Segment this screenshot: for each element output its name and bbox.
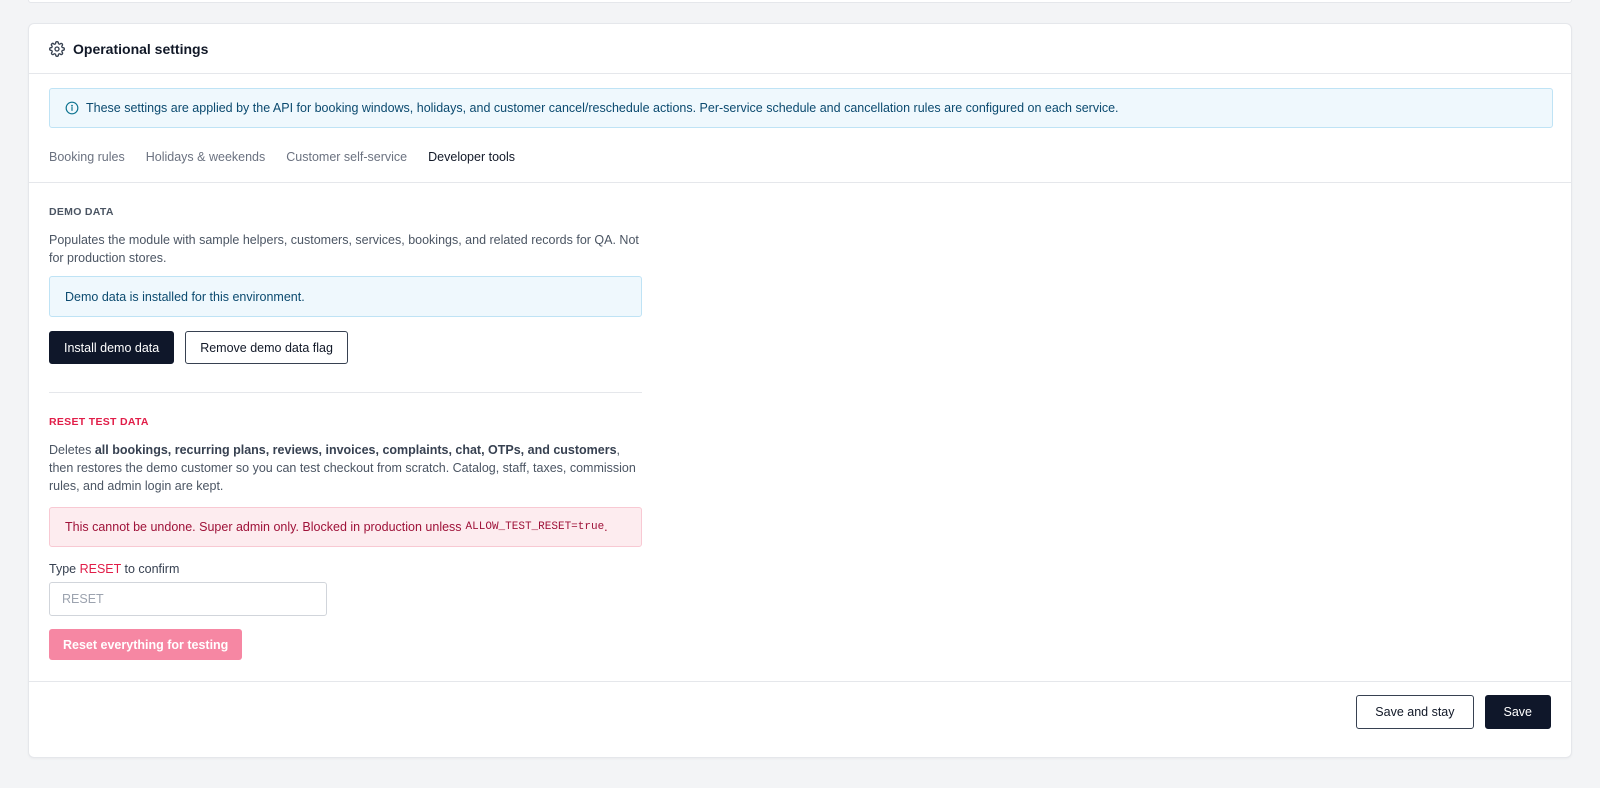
danger-warning-end: . xyxy=(604,520,608,534)
demo-data-heading: DEMO DATA xyxy=(49,206,114,218)
operational-settings-card: Operational settings These settings are … xyxy=(28,23,1572,758)
save-and-stay-button[interactable]: Save and stay xyxy=(1356,695,1474,729)
demo-installed-notice: Demo data is installed for this environm… xyxy=(49,276,642,317)
gear-icon xyxy=(49,40,65,57)
confirm-keyword: RESET xyxy=(79,562,122,576)
reset-confirm-input[interactable] xyxy=(49,582,327,616)
danger-warning-text: This cannot be undone. Super admin only.… xyxy=(65,520,462,534)
reset-desc-bold: all bookings, recurring plans, reviews, … xyxy=(94,443,617,457)
info-banner: These settings are applied by the API fo… xyxy=(49,88,1553,128)
footer-divider xyxy=(29,681,1571,682)
demo-data-description: Populates the module with sample helpers… xyxy=(49,233,639,265)
tab-customer-self-service[interactable]: Customer self-service xyxy=(286,150,407,164)
info-icon xyxy=(65,101,79,115)
page-title: Operational settings xyxy=(73,40,209,57)
tabs-divider xyxy=(29,182,1571,183)
confirm-label: Type RESET to confirm xyxy=(49,562,642,576)
install-demo-data-button[interactable]: Install demo data xyxy=(49,331,175,364)
settings-tabs: Booking rules Holidays & weekends Custom… xyxy=(49,150,515,164)
confirm-suffix: to confirm xyxy=(121,562,180,576)
footer-actions: Save and stay Save xyxy=(1356,695,1551,729)
reset-test-data-description: Deletes all bookings, recurring plans, r… xyxy=(49,441,642,495)
previous-card-edge xyxy=(28,0,1572,3)
tab-holidays-weekends[interactable]: Holidays & weekends xyxy=(146,150,266,164)
remove-demo-data-flag-button[interactable]: Remove demo data flag xyxy=(185,331,348,364)
reset-everything-button[interactable]: Reset everything for testing xyxy=(49,629,243,660)
demo-installed-notice-text: Demo data is installed for this environm… xyxy=(65,289,305,304)
reset-desc-prefix: Deletes xyxy=(49,443,95,457)
confirm-prefix: Type xyxy=(49,562,80,576)
tab-developer-tools[interactable]: Developer tools xyxy=(428,150,515,164)
card-header: Operational settings xyxy=(29,24,1571,74)
tab-booking-rules[interactable]: Booking rules xyxy=(49,150,125,164)
demo-data-actions: Install demo data Remove demo data flag xyxy=(49,331,348,364)
save-button[interactable]: Save xyxy=(1484,695,1551,729)
section-divider xyxy=(49,392,642,393)
env-flag-code: ALLOW_TEST_RESET=true xyxy=(465,521,605,533)
reset-test-data-heading: RESET TEST DATA xyxy=(49,416,149,428)
danger-warning: This cannot be undone. Super admin only.… xyxy=(49,507,642,547)
info-banner-text: These settings are applied by the API fo… xyxy=(86,101,1119,115)
